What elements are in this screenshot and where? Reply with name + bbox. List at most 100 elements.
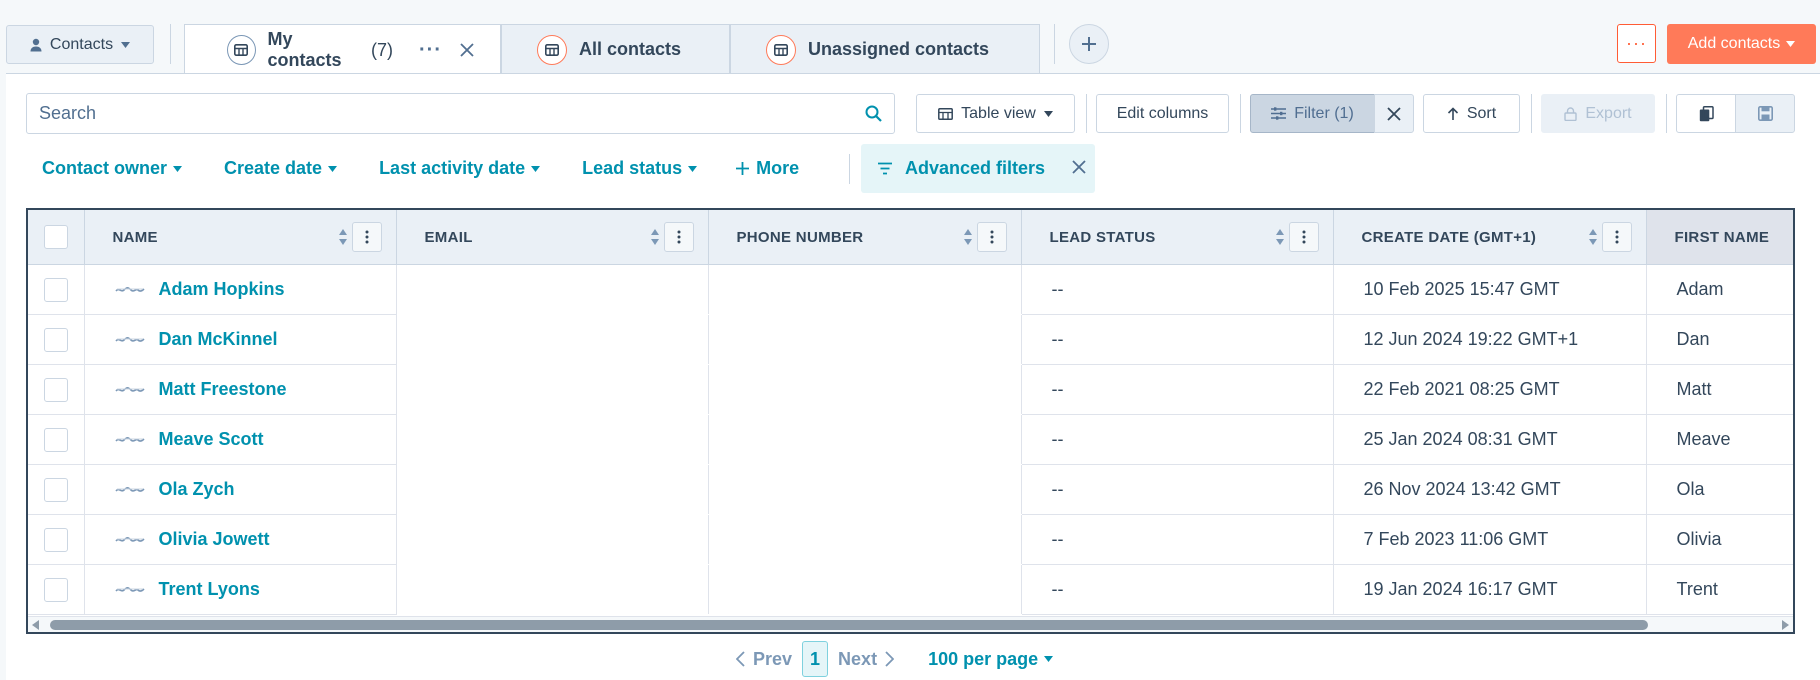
row-select-cell <box>28 314 85 365</box>
column-header-email[interactable]: EMAIL <box>396 210 709 265</box>
object-selector-button[interactable]: Contacts <box>6 25 154 64</box>
tab-all-contacts[interactable]: All contacts <box>501 24 730 74</box>
create-date-value: 7 Feb 2023 11:06 GMT <box>1363 529 1549 549</box>
sort-icon[interactable] <box>338 228 348 246</box>
create-date-cell: 12 Jun 2024 19:22 GMT+1 <box>1333 314 1647 365</box>
duplicate-view-button[interactable] <box>1676 94 1736 133</box>
sort-button[interactable]: Sort <box>1423 94 1520 133</box>
scroll-right-icon[interactable] <box>1781 620 1789 630</box>
column-header-phone[interactable]: PHONE NUMBER <box>708 210 1022 265</box>
lead-status-cell: -- <box>1021 264 1334 315</box>
contact-name-link[interactable]: Olivia Jowett <box>159 529 270 550</box>
column-header-name[interactable]: NAME <box>84 210 397 265</box>
column-options-icon[interactable] <box>1601 222 1632 252</box>
email-cell <box>396 414 709 465</box>
row-checkbox[interactable] <box>43 477 68 502</box>
contact-name-link[interactable]: Adam Hopkins <box>159 279 285 300</box>
advanced-filters-button[interactable]: Advanced filters <box>861 144 1095 193</box>
contact-name-link[interactable]: Dan McKinnel <box>159 329 278 350</box>
table-row[interactable]: Trent Lyons -- 19 Jan 2024 16:17 GMT Trent <box>28 564 1793 615</box>
tab-my-contacts[interactable]: My contacts (7) ··· <box>184 24 501 75</box>
prev-page-button[interactable]: Prev <box>736 649 792 670</box>
row-checkbox[interactable] <box>43 377 68 402</box>
clear-filter-button[interactable] <box>1374 94 1414 133</box>
lead-status-cell: -- <box>1021 564 1334 615</box>
select-all-checkbox[interactable] <box>43 225 68 249</box>
export-label: Export <box>1585 104 1632 122</box>
page-number-button[interactable]: 1 <box>802 641 829 677</box>
sort-icon[interactable] <box>963 228 973 246</box>
column-options-icon[interactable] <box>976 222 1007 252</box>
row-checkbox[interactable] <box>43 277 68 302</box>
table-row[interactable]: Olivia Jowett -- 7 Feb 2023 11:06 GMT Olivi… <box>28 514 1793 565</box>
tab-options-icon[interactable]: ··· <box>419 39 442 62</box>
column-options-icon[interactable] <box>663 222 694 252</box>
lead-status-value: -- <box>1051 579 1064 599</box>
table-view-button[interactable]: Table view <box>916 94 1075 133</box>
phone-cell <box>708 364 1022 415</box>
contact-name-link[interactable]: Ola Zych <box>159 479 235 500</box>
contact-name-link[interactable]: Matt Freestone <box>159 379 287 400</box>
sort-icon[interactable] <box>1275 228 1285 246</box>
row-checkbox[interactable] <box>43 527 68 552</box>
column-header-first-name[interactable]: FIRST NAME <box>1646 210 1793 265</box>
contacts-table: NAME EMAIL PHONE NUMBER LEAD STATUS CREA… <box>26 208 1795 634</box>
add-contacts-button[interactable]: Add contacts <box>1667 24 1816 64</box>
lead-status-cell: -- <box>1021 414 1334 465</box>
lead-status-value: -- <box>1051 529 1064 549</box>
contact-name-link[interactable]: Trent Lyons <box>159 579 260 600</box>
company-logo-icon <box>114 334 145 346</box>
save-view-button[interactable] <box>1735 94 1795 133</box>
contact-name-link[interactable]: Meave Scott <box>159 429 264 450</box>
next-page-button[interactable]: Next <box>838 649 895 670</box>
column-options-icon[interactable] <box>1288 222 1319 252</box>
create-date-filter[interactable]: Create date <box>224 158 338 179</box>
object-selector-label: Contacts <box>49 35 114 53</box>
column-header-lead-status[interactable]: LEAD STATUS <box>1021 210 1334 265</box>
divider <box>1054 24 1055 64</box>
more-actions-button[interactable]: ··· <box>1617 24 1656 63</box>
row-checkbox[interactable] <box>43 577 68 602</box>
column-options-icon[interactable] <box>351 222 382 252</box>
email-cell <box>396 364 709 415</box>
lead-status-filter[interactable]: Lead status <box>582 158 698 179</box>
row-checkbox[interactable] <box>43 327 68 352</box>
table-row[interactable]: Ola Zych -- 26 Nov 2024 13:42 GMT Ola <box>28 464 1793 515</box>
table-row[interactable]: Meave Scott -- 25 Jan 2024 08:31 GMT Meave <box>28 414 1793 465</box>
phone-cell <box>708 314 1022 365</box>
table-row[interactable]: Dan McKinnel -- 12 Jun 2024 19:22 GMT+1 Dan <box>28 314 1793 365</box>
add-view-button[interactable] <box>1069 24 1109 64</box>
more-filters-button[interactable]: More <box>735 158 799 179</box>
row-checkbox[interactable] <box>43 427 68 452</box>
contact-owner-filter[interactable]: Contact owner <box>42 158 183 179</box>
create-date-value: 25 Jan 2024 08:31 GMT <box>1363 429 1558 449</box>
create-date-cell: 25 Jan 2024 08:31 GMT <box>1333 414 1647 465</box>
create-date-value: 10 Feb 2025 15:47 GMT <box>1363 279 1560 299</box>
create-date-cell: 19 Jan 2024 16:17 GMT <box>1333 564 1647 615</box>
scrollbar-thumb[interactable] <box>50 620 1648 630</box>
lead-status-cell: -- <box>1021 514 1334 565</box>
close-icon[interactable] <box>1071 159 1087 175</box>
caret-down-icon <box>328 165 338 172</box>
name-cell: Meave Scott <box>84 414 397 465</box>
filter-label: Filter (1) <box>1294 104 1354 122</box>
horizontal-scrollbar[interactable] <box>28 616 1793 632</box>
last-activity-date-filter[interactable]: Last activity date <box>379 158 541 179</box>
plus-icon <box>736 162 750 175</box>
filter-button[interactable]: Filter (1) <box>1250 94 1375 133</box>
close-tab-icon[interactable] <box>460 43 474 57</box>
per-page-dropdown[interactable]: 100 per page <box>928 649 1054 670</box>
tab-unassigned-contacts[interactable]: Unassigned contacts <box>730 24 1040 74</box>
export-button[interactable]: Export <box>1541 94 1655 133</box>
sort-icon[interactable] <box>650 228 660 246</box>
filter-label: Lead status <box>582 158 683 178</box>
email-cell <box>396 264 709 315</box>
view-tabs: My contacts (7) ··· All contacts Unassig… <box>184 24 1040 75</box>
column-header-create-date[interactable]: CREATE DATE (GMT+1) <box>1333 210 1647 265</box>
edit-columns-button[interactable]: Edit columns <box>1096 94 1229 133</box>
search-input[interactable]: Search <box>26 93 895 134</box>
table-row[interactable]: Adam Hopkins -- 10 Feb 2025 15:47 GMT Adam <box>28 264 1793 315</box>
scroll-left-icon[interactable] <box>32 620 40 630</box>
table-row[interactable]: Matt Freestone -- 22 Feb 2021 08:25 GMT Mat… <box>28 364 1793 415</box>
sort-icon[interactable] <box>1588 228 1598 246</box>
